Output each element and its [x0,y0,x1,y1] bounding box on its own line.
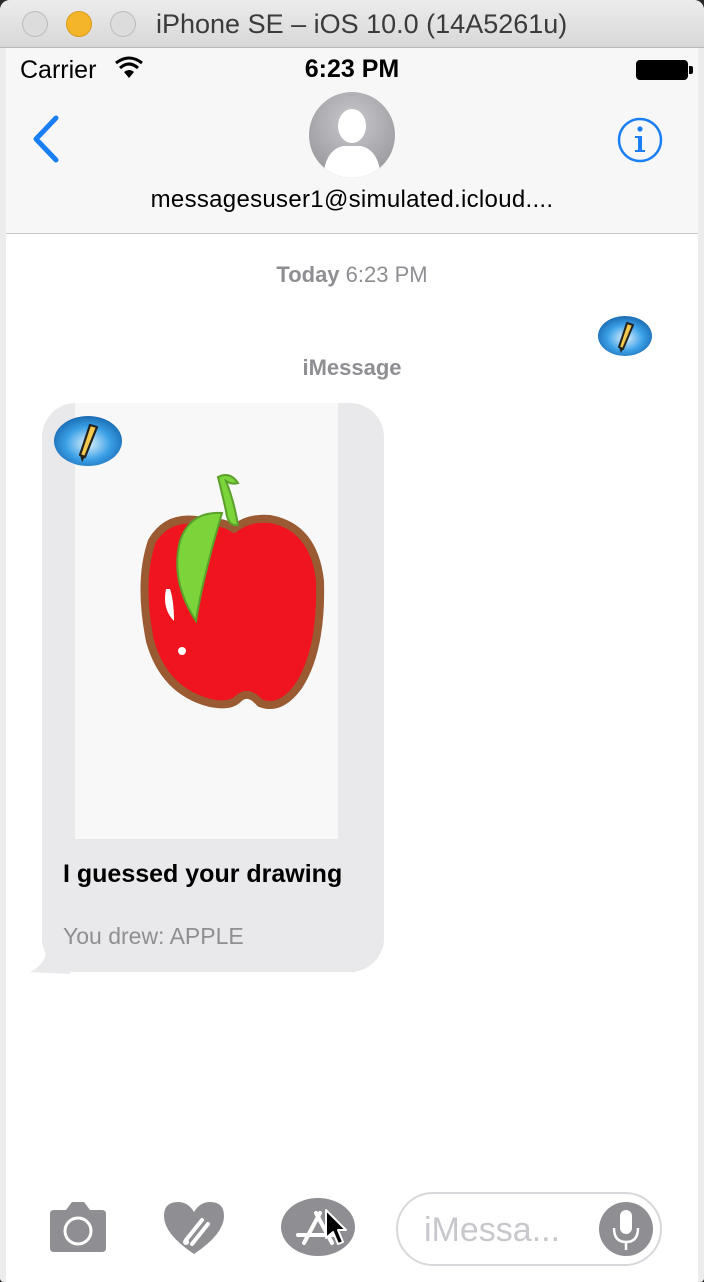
info-icon[interactable] [616,116,664,164]
message-placeholder: iMessa... [424,1211,561,1249]
battery-icon [636,60,693,80]
title-bar: iPhone SE – iOS 10.0 (14A5261u) [0,0,704,48]
drawing-canvas [75,403,338,839]
service-label: iMessage [302,355,402,380]
timestamp-day: Today [276,262,340,287]
status-bar: Carrier 6:23 PM [6,48,698,92]
right-edge [698,48,704,1282]
message-input-bar: iMessa... [6,1182,698,1276]
timestamp-time: 6:23 PM [345,262,428,287]
person-silhouette-icon [323,109,381,178]
mouse-cursor-icon [325,1209,347,1245]
close-window-button[interactable] [22,11,48,37]
caption-subtitle: You drew: APPLE [63,923,244,949]
window-title: iPhone SE – iOS 10.0 (14A5261u) [156,9,568,39]
caption-title: I guessed your drawing [63,860,343,888]
camera-icon[interactable] [46,1200,110,1254]
message-bubble[interactable]: I guessed your drawing You drew: APPLE [42,403,384,972]
chevron-left-icon[interactable] [28,114,64,164]
message-caption: I guessed your drawing You drew: APPLE [42,839,384,972]
pencil-app-icon [54,416,122,466]
contact-avatar[interactable] [309,92,395,178]
message-input[interactable]: iMessa... [396,1192,662,1266]
conversation-header: messagesuser1@simulated.icloud.... [6,92,698,234]
apple-drawing [140,474,325,709]
pencil-app-icon[interactable] [597,315,653,357]
simulator-window: iPhone SE – iOS 10.0 (14A5261u) Carrier … [0,0,704,1282]
contact-name[interactable]: messagesuser1@simulated.icloud.... [6,186,698,214]
minimize-window-button[interactable] [66,11,92,37]
heart-icon[interactable] [162,1200,226,1256]
status-time: 6:23 PM [304,55,400,83]
message-timestamp: Today 6:23 PM [0,262,704,288]
microphone-icon[interactable] [598,1200,654,1258]
zoom-window-button[interactable] [110,11,136,37]
